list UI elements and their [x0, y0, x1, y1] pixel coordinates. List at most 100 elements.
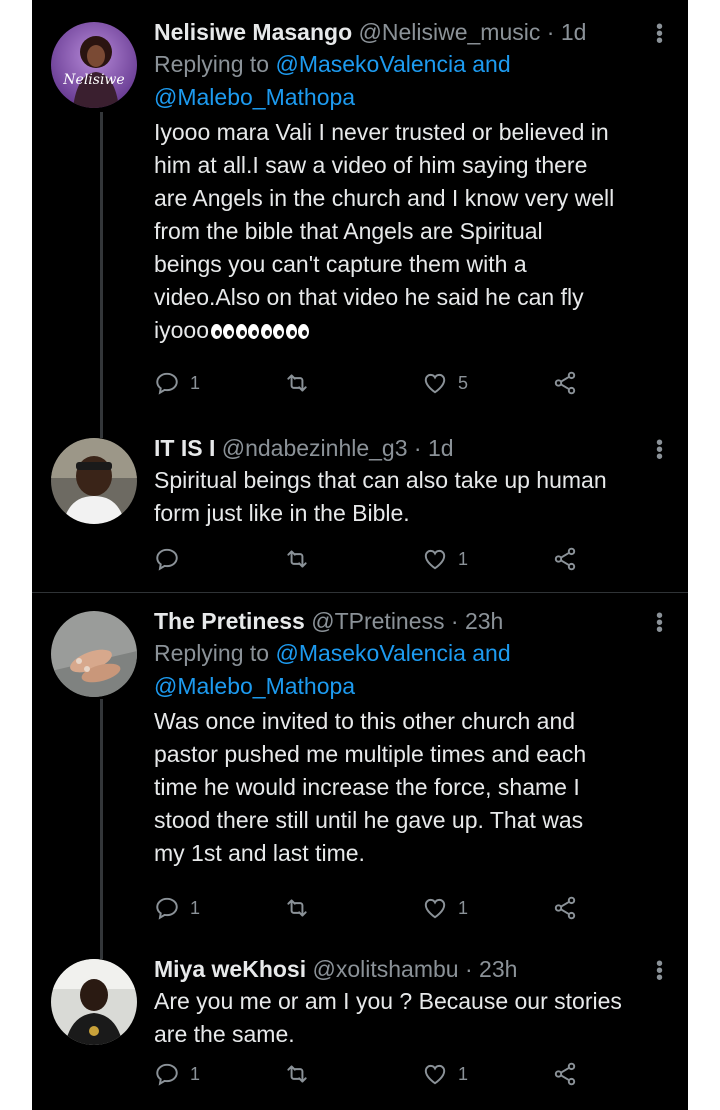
tweet-miya[interactable]: Miya weKhosi @xolitshambu · 23h Are you …: [32, 951, 688, 1110]
retweet-icon: [287, 1065, 307, 1083]
like-button[interactable]: 1: [422, 546, 468, 572]
tweet-actions: 1: [154, 546, 624, 580]
thread-connector: [100, 951, 103, 959]
retweet-button[interactable]: [284, 370, 320, 396]
user-handle[interactable]: @ndabezinhle_g3: [222, 435, 408, 461]
eyes-emoji-group: [210, 324, 309, 340]
eyes-emoji: [235, 324, 259, 340]
display-name[interactable]: The Pretiness: [154, 608, 305, 634]
mention-link[interactable]: @MasekoValencia and: [275, 51, 510, 77]
share-button[interactable]: [552, 370, 578, 396]
retweet-button[interactable]: [284, 1061, 320, 1087]
reply-count: 1: [190, 372, 201, 393]
thread-connector: [100, 699, 103, 951]
text-line: Was once invited to this other church an…: [154, 708, 576, 734]
timestamp[interactable]: 1d: [561, 19, 587, 45]
display-name[interactable]: Nelisiwe Masango: [154, 19, 352, 45]
retweet-button[interactable]: [284, 546, 320, 572]
text-line: beings you can't capture them with a: [154, 251, 527, 277]
user-handle[interactable]: @TPretiness: [311, 608, 444, 634]
tweet-actions: 1 5: [154, 370, 624, 404]
replying-prefix: Replying to: [154, 640, 270, 666]
display-name[interactable]: IT IS I: [154, 435, 215, 461]
tweet-header: The Pretiness @TPretiness · 23h: [154, 607, 668, 635]
tweet-header: Miya weKhosi @xolitshambu · 23h: [154, 955, 668, 983]
tweet-actions: 1 1: [154, 895, 624, 929]
reply-button[interactable]: [154, 546, 190, 572]
share-button[interactable]: [552, 895, 578, 921]
user-handle[interactable]: @xolitshambu: [313, 956, 459, 982]
share-button[interactable]: [552, 546, 578, 572]
reply-thread-feed: Nelisiwe Nelisiwe Masango @Nelisiwe_musi…: [32, 0, 688, 1110]
text-line: Iyooo mara Vali I never trusted or belie…: [154, 119, 609, 145]
reply-count: 1: [190, 1063, 201, 1084]
timestamp[interactable]: 23h: [465, 608, 503, 634]
text-line: iyooo: [154, 314, 668, 347]
user-handle[interactable]: @Nelisiwe_music: [359, 19, 541, 45]
text-line: are the same.: [154, 1021, 295, 1047]
tweet-content: Miya weKhosi @xolitshambu · 23h Are you …: [154, 955, 668, 1051]
avatar[interactable]: [51, 959, 137, 1045]
tweet-actions: 1 1: [154, 1061, 624, 1095]
reply-icon: [156, 897, 178, 920]
tweet-itisi[interactable]: IT IS I @ndabezinhle_g3 · 1d Spiritual b…: [32, 428, 688, 593]
more-icon[interactable]: • • •: [656, 17, 663, 51]
reply-icon: [156, 372, 178, 395]
separator-dot: ·: [546, 19, 555, 45]
reply-button[interactable]: 1: [154, 895, 200, 921]
like-count: 5: [458, 372, 469, 393]
tweet-content: The Pretiness @TPretiness · 23h Replying…: [154, 607, 668, 870]
tweet-text: Was once invited to this other church an…: [154, 705, 668, 870]
display-name[interactable]: Miya weKhosi: [154, 956, 306, 982]
mention-link[interactable]: @Malebo_Mathopa: [154, 84, 355, 110]
timestamp[interactable]: 23h: [479, 956, 517, 982]
tweet-text: Spiritual beings that can also take up h…: [154, 464, 668, 530]
tweet-text: Iyooo mara Vali I never trusted or belie…: [154, 116, 668, 347]
reply-button[interactable]: 1: [154, 370, 200, 396]
like-count: 1: [458, 897, 469, 918]
replying-to: Replying to @MasekoValencia and @Malebo_…: [154, 48, 668, 114]
like-count: 1: [458, 548, 469, 569]
text-line: pastor pushed me multiple times and each: [154, 741, 587, 767]
reply-icon: [156, 548, 178, 571]
text-line: him at all.I saw a video of him saying t…: [154, 152, 588, 178]
like-button[interactable]: 1: [422, 1061, 468, 1087]
thread-connector: [100, 112, 103, 428]
heart-icon: [424, 373, 446, 394]
retweet-icon: [287, 899, 307, 917]
retweet-button[interactable]: [284, 895, 320, 921]
eyes-emoji: [285, 324, 309, 340]
reply-count: 1: [190, 897, 201, 918]
text-line: form just like in the Bible.: [154, 500, 410, 526]
eyes-emoji: [260, 324, 284, 340]
text-line: Are you me or am I you ? Because our sto…: [154, 988, 622, 1014]
avatar[interactable]: [51, 438, 137, 524]
tweet-nelisiwe[interactable]: Nelisiwe Nelisiwe Masango @Nelisiwe_musi…: [32, 0, 688, 428]
like-button[interactable]: 1: [422, 895, 468, 921]
like-button[interactable]: 5: [422, 370, 468, 396]
more-icon[interactable]: • • •: [656, 954, 663, 988]
text-line: stood there still until he gave up. That…: [154, 807, 584, 833]
text-line: my 1st and last time.: [154, 840, 365, 866]
more-icon[interactable]: • • •: [656, 606, 663, 640]
separator-dot: ·: [464, 956, 473, 982]
timestamp[interactable]: 1d: [428, 435, 454, 461]
more-icon[interactable]: • • •: [656, 433, 663, 467]
share-icon: [554, 1062, 576, 1086]
tweet-text: Are you me or am I you ? Because our sto…: [154, 985, 668, 1051]
tweet-header: IT IS I @ndabezinhle_g3 · 1d: [154, 434, 668, 462]
tweet-pretiness[interactable]: The Pretiness @TPretiness · 23h Replying…: [32, 593, 688, 951]
mention-link[interactable]: @MasekoValencia and: [275, 640, 510, 666]
reply-button[interactable]: 1: [154, 1061, 200, 1087]
avatar[interactable]: Nelisiwe: [51, 22, 137, 108]
thread-connector: [100, 428, 103, 438]
share-button[interactable]: [552, 1061, 578, 1087]
separator-dot: ·: [450, 608, 459, 634]
mention-link[interactable]: @Malebo_Mathopa: [154, 673, 355, 699]
avatar[interactable]: [51, 611, 137, 697]
retweet-icon: [287, 550, 307, 568]
tweet-content: IT IS I @ndabezinhle_g3 · 1d Spiritual b…: [154, 434, 668, 530]
share-icon: [554, 896, 576, 920]
eyes-emoji: [210, 324, 234, 340]
separator-dot: ·: [413, 435, 422, 461]
